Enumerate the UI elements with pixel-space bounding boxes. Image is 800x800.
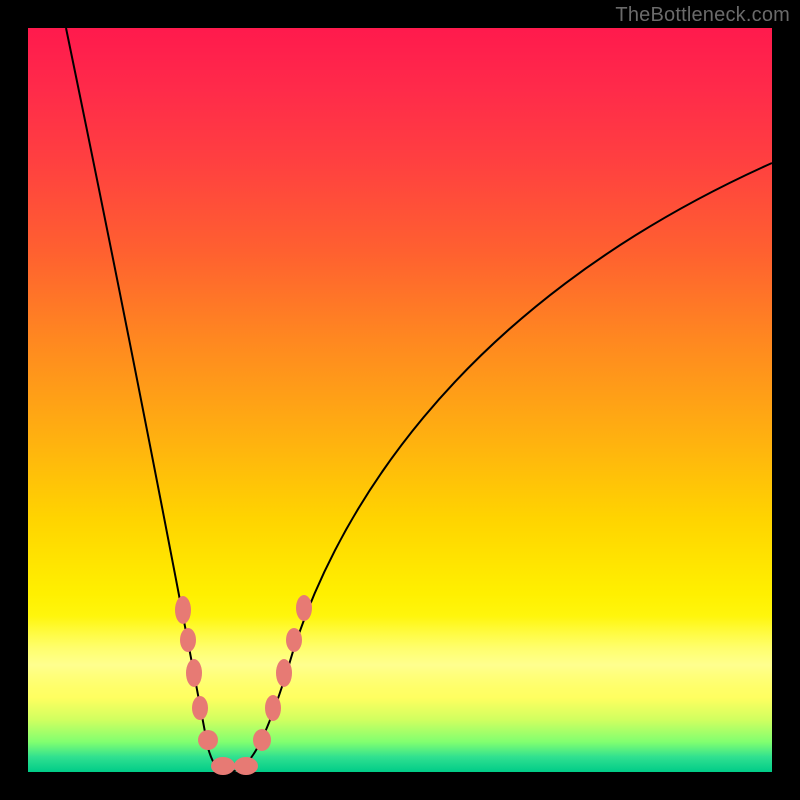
data-marker-5 [211,757,235,775]
data-marker-0 [175,596,191,624]
watermark-text: TheBottleneck.com [615,4,790,27]
data-marker-7 [253,729,271,751]
data-marker-1 [180,628,196,652]
data-marker-3 [192,696,208,720]
chart-plot-area [28,28,772,772]
data-marker-11 [296,595,312,621]
data-marker-10 [286,628,302,652]
curve-left [66,28,228,772]
curve-right [228,163,772,772]
data-marker-8 [265,695,281,721]
data-marker-4 [198,730,218,750]
data-marker-9 [276,659,292,687]
data-marker-2 [186,659,202,687]
markers-group [175,595,312,775]
data-marker-6 [234,757,258,775]
chart-svg [28,28,772,772]
